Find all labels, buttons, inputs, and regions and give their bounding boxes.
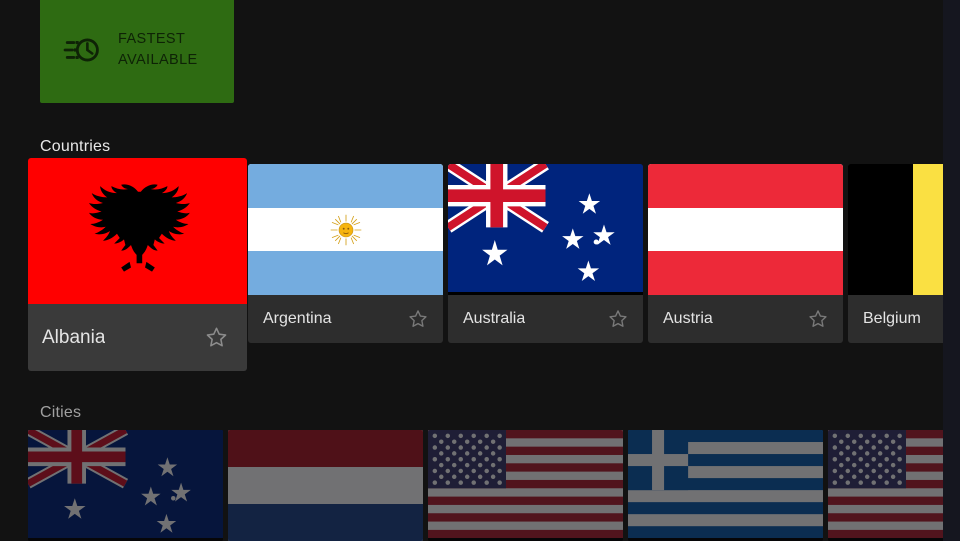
flag-albania [28, 158, 247, 304]
country-name: Austria [663, 310, 713, 327]
cities-section-title: Cities [40, 404, 82, 421]
speed-clock-icon [63, 38, 99, 61]
star-outline-icon[interactable] [407, 308, 429, 330]
country-card-bar: Austria [648, 295, 843, 343]
city-card-4[interactable] [628, 430, 823, 541]
country-name: Argentina [263, 310, 332, 327]
flag-austria [648, 164, 843, 295]
flag-australia [28, 430, 223, 541]
country-name: Albania [42, 326, 106, 348]
city-card-3[interactable] [428, 430, 623, 541]
star-outline-icon[interactable] [607, 308, 629, 330]
albania-eagle-emblem [88, 184, 190, 272]
argentina-sun-of-may [330, 214, 361, 245]
country-card-australia[interactable]: Australia [448, 164, 643, 343]
country-card-austria[interactable]: Austria [648, 164, 843, 343]
country-card-bar: Albania [28, 304, 247, 371]
usa-flag-graphic [428, 430, 623, 539]
right-edge-gutter [943, 0, 960, 541]
flag-netherlands [228, 430, 423, 541]
fastest-available-card[interactable]: FASTEST AVAILABLE [40, 0, 234, 103]
greece-flag-graphic [628, 430, 823, 539]
country-name: Australia [463, 310, 526, 327]
usa-flag-graphic [828, 430, 960, 539]
flag-argentina [248, 164, 443, 295]
countries-section-title: Countries [40, 138, 111, 155]
country-card-albania[interactable]: Albania [28, 158, 247, 371]
city-card-5[interactable] [828, 430, 960, 541]
flag-australia [448, 164, 643, 295]
country-card-bar: Australia [448, 295, 643, 343]
star-outline-icon[interactable] [807, 308, 829, 330]
star-outline-icon[interactable] [204, 325, 229, 350]
fastest-available-label: FASTEST AVAILABLE [118, 30, 198, 68]
country-name: Belgium [863, 310, 921, 327]
australia-flag-graphic [448, 164, 643, 292]
countries-row[interactable]: Albania Argentina Australia Austria Belg… [28, 158, 960, 371]
country-card-argentina[interactable]: Argentina [248, 164, 443, 343]
city-card-1[interactable] [28, 430, 223, 541]
flag-usa [428, 430, 623, 541]
australia-flag-graphic [28, 430, 223, 539]
tv-app-screen: FASTEST AVAILABLE Countries Albania Arge… [0, 0, 960, 541]
flag-greece [628, 430, 823, 541]
cities-row[interactable] [28, 430, 960, 541]
city-card-2[interactable] [228, 430, 423, 541]
flag-usa [828, 430, 960, 541]
country-card-bar: Argentina [248, 295, 443, 343]
